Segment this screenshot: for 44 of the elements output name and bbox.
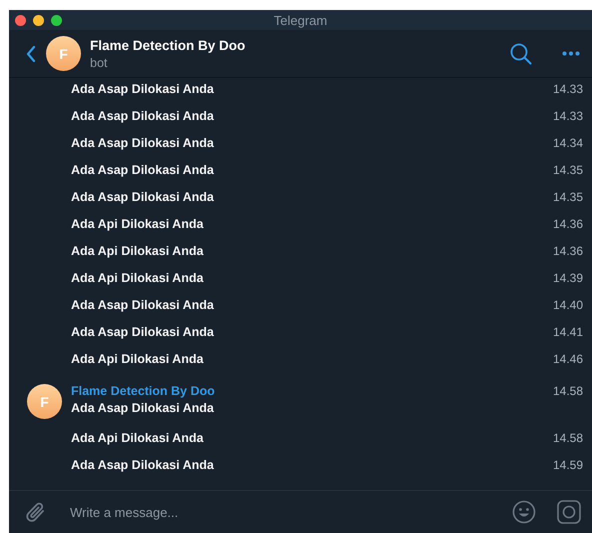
message-time: 14.34	[552, 136, 583, 150]
avatar: F	[27, 384, 62, 419]
message-text: Ada Asap Dilokasi Anda	[71, 401, 215, 415]
message-time: 14.41	[552, 325, 583, 339]
message-time: 14.40	[552, 298, 583, 312]
message-time: 14.46	[552, 352, 583, 366]
message-text: Ada Asap Dilokasi Anda	[71, 325, 215, 339]
message-text: Ada Asap Dilokasi Anda	[71, 298, 215, 312]
sticker-icon[interactable]	[557, 500, 581, 524]
message-input[interactable]: Write a message...	[70, 504, 512, 520]
message-text: Ada Asap Dilokasi Anda	[71, 163, 215, 177]
chat-name: Flame Detection By Doo	[90, 38, 246, 52]
message-time: 14.35	[552, 163, 583, 177]
message-time: 14.35	[552, 190, 583, 204]
attach-icon[interactable]	[25, 500, 47, 524]
message-text: Ada Api Dilokasi Anda	[71, 352, 204, 366]
window-title: Telegram	[274, 13, 328, 28]
zoom-button[interactable]	[51, 14, 62, 26]
avatar[interactable]: F	[46, 36, 81, 71]
message-time: 14.39	[552, 271, 583, 285]
close-button[interactable]	[15, 14, 26, 26]
message-text: Ada Asap Dilokasi Anda	[71, 458, 215, 472]
message-time: 14.33	[552, 82, 583, 96]
smiley-icon[interactable]	[512, 500, 536, 524]
message-text: Ada Api Dilokasi Anda	[71, 271, 204, 285]
message-time: 14.36	[552, 217, 583, 231]
message-text: Ada Api Dilokasi Anda	[71, 217, 204, 231]
sender-name: Flame Detection By Doo	[71, 384, 216, 398]
message-text: Ada Asap Dilokasi Anda	[71, 109, 215, 123]
message-text: Ada Api Dilokasi Anda	[71, 431, 204, 445]
more-icon[interactable]	[562, 51, 580, 56]
minimize-button[interactable]	[33, 14, 44, 26]
chat-status: bot	[90, 56, 108, 70]
message-text: Ada Asap Dilokasi Anda	[71, 190, 215, 204]
message-time: 14.59	[552, 458, 583, 472]
message-time: 14.36	[552, 244, 583, 258]
message-time: 14.58	[552, 384, 583, 398]
message-text: Ada Asap Dilokasi Anda	[71, 136, 215, 150]
message-text: Ada Asap Dilokasi Anda	[71, 82, 215, 96]
message-text: Ada Api Dilokasi Anda	[71, 244, 204, 258]
message-time: 14.58	[552, 431, 583, 445]
search-icon[interactable]	[510, 42, 532, 64]
back-icon[interactable]	[26, 46, 36, 62]
message-time: 14.33	[552, 109, 583, 123]
